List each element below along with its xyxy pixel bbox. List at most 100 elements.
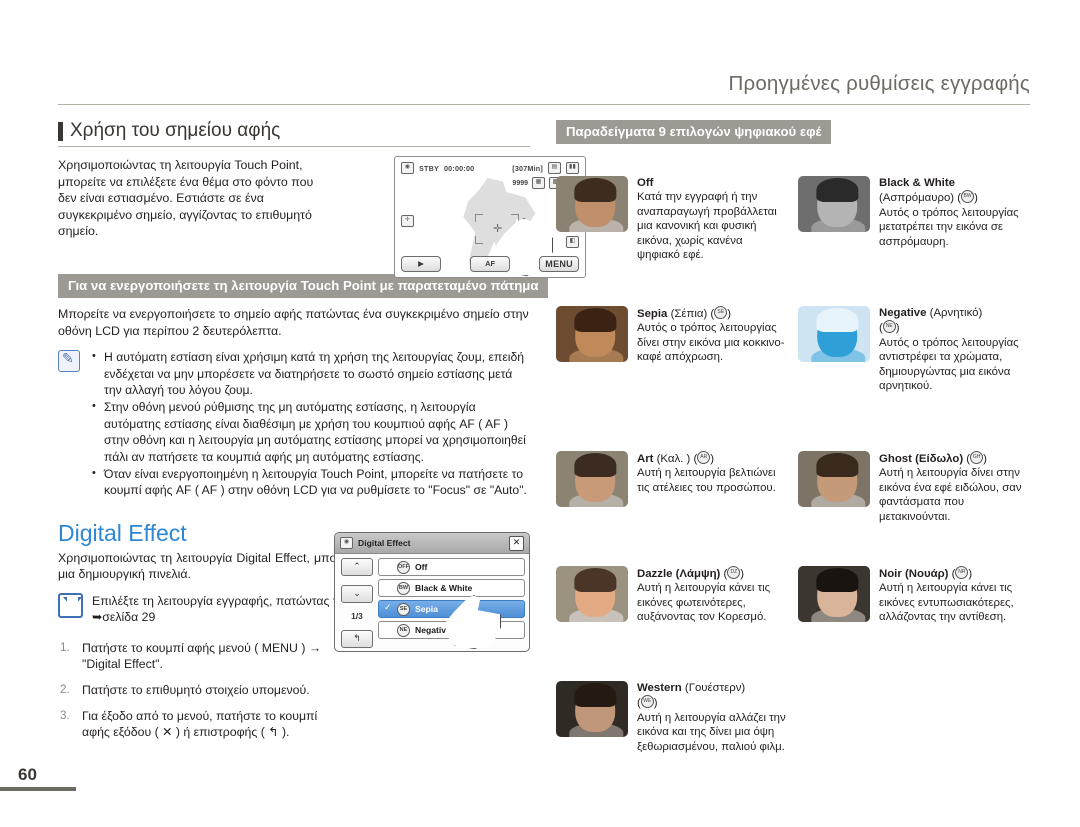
effect-description: Αυτός ο τρόπος λειτουργίας μετατρέπει τη… <box>879 206 1019 248</box>
effect-name: Ghost <box>879 453 912 465</box>
camcorder-mode-icon: ◉ <box>401 162 414 174</box>
checkmark-icon: ✓ <box>384 602 392 612</box>
memory-card-icon: ▤ <box>548 162 561 174</box>
effect-thumbnail <box>556 566 628 622</box>
dialog-item-label: Black & White <box>415 583 473 593</box>
camcorder-mode-icon: ◉ <box>340 537 353 549</box>
header-divider <box>58 104 1030 105</box>
effect-card-dazzle: Dazzle (Λάμψη) (DZ) Αυτή η λειτουργία κά… <box>556 566 788 625</box>
effect-thumbnail <box>556 306 628 362</box>
ribbon-heading-effects: Παραδείγματα 9 επιλογών ψηφιακού εφέ <box>556 120 832 144</box>
effect-card-western: Western (Γουέστερν) (WE) Αυτή η λειτουργ… <box>556 681 788 754</box>
effect-name-greek: (Λάμψη) <box>675 568 721 580</box>
step-item: Πατήστε το κουμπί αφής μενού ( MENU ) → … <box>60 640 322 672</box>
effect-card-noir: Noir (Νουάρ) (NR) Αυτή η λειτουργία κάνε… <box>798 566 1030 625</box>
effect-card-off: Off Κατά την εγγραφή ή την αναπαραγωγή π… <box>556 176 788 262</box>
close-icon[interactable]: ✕ <box>509 535 524 551</box>
lcd-photo-count: 9999 <box>512 179 528 187</box>
effect-name: Noir <box>879 568 902 580</box>
effect-art-icon: AR <box>697 451 711 464</box>
effect-ghost-icon: GH <box>970 451 984 464</box>
step-item: Πατήστε το επιθυμητό στοιχείο υπομενού. <box>60 682 310 698</box>
digital-effect-dialog: ◉ Digital Effect ✕ ⌃ ⌄ 1/3 ↰ OFF Off BW … <box>334 532 530 652</box>
steps-list: Πατήστε το κουμπί αφής μενού ( MENU ) → … <box>58 640 326 741</box>
effect-name-greek: (Καλ. ) <box>656 453 691 465</box>
effect-name-greek: (Ασπρόμαυρο) <box>879 192 955 205</box>
battery-icon: ▮▮ <box>566 162 579 174</box>
lcd-status: STBY <box>419 163 439 173</box>
effect-thumbnail <box>798 566 870 622</box>
effect-card-art: Art (Καλ. ) (AR) Αυτή η λειτουργία βελτι… <box>556 451 788 507</box>
ribbon-body-text: Μπορείτε να ενεργοποιήσετε το σημείο αφή… <box>58 306 529 338</box>
effect-bw-icon: BW <box>961 190 975 204</box>
effect-thumbnail <box>556 451 628 507</box>
dialog-titlebar: ◉ Digital Effect ✕ <box>335 533 529 554</box>
effect-description: Αυτή η λειτουργία βελτιώνει τις ατέλειες… <box>637 467 776 494</box>
effect-thumbnail <box>556 176 628 232</box>
effect-name-greek: (Σέπια) <box>670 308 708 320</box>
note-pencil-icon <box>58 350 80 373</box>
effect-name: Sepia <box>637 308 668 320</box>
note-item: Η αυτόματη εστίαση είναι χρήσιμη κατά τη… <box>89 348 530 398</box>
note-item: Όταν είναι ενεργοποιημένη η λειτουργία T… <box>89 465 530 499</box>
effect-card-sepia: Sepia (Σέπια) (SE) Αυτός ο τρόπος λειτου… <box>556 306 788 365</box>
checkmark-tip-icon <box>58 593 83 618</box>
effect-name-greek: (Γουέστερν) <box>684 682 746 694</box>
effect-name: Western <box>637 682 682 694</box>
effect-description: Αυτός ο τρόπος λειτουργίας αντιστρέφει τ… <box>879 336 1019 393</box>
scroll-up-button[interactable]: ⌃ <box>341 558 373 576</box>
lcd-play-button[interactable]: ▶ <box>401 256 441 272</box>
page-title: Προηγμένες ρυθμίσεις εγγραφής <box>728 72 1030 95</box>
note-block: Η αυτόματη εστίαση είναι χρήσιμη κατά τη… <box>58 348 530 500</box>
effect-name: Art <box>637 453 654 465</box>
effect-name-greek: (Νουάρ) <box>904 568 949 580</box>
left-column: Χρήση του σημείου αφής Χρησιμοποιώντας τ… <box>58 120 586 750</box>
dialog-item-off[interactable]: OFF Off <box>378 558 525 576</box>
touch-point-intro: Χρησιμοποιώντας τη λειτουργία Touch Poin… <box>58 158 314 239</box>
effect-name: Black & White <box>879 177 955 189</box>
effect-name: Off <box>637 177 654 189</box>
dialog-item-label: Sepia <box>415 604 438 614</box>
scroll-down-button[interactable]: ⌄ <box>341 584 373 603</box>
effect-negative-icon: NE <box>882 320 896 334</box>
film-icon: ▦ <box>532 177 545 189</box>
effect-bw-icon: BW <box>397 581 410 595</box>
effect-name-greek: (Είδωλο) <box>915 453 964 465</box>
note-item: Στην οθόνη μενού ρύθμισης της μη αυτόματ… <box>89 398 530 465</box>
effect-card-ghost: Ghost (Είδωλο) (GH) Αυτή η λειτουργία δί… <box>798 451 1030 524</box>
lcd-af-button[interactable]: AF <box>470 256 511 272</box>
lcd-remaining: [307Min] <box>512 163 543 173</box>
effect-description: Κατά την εγγραφή ή την αναπαραγωγή προβά… <box>637 191 777 262</box>
dialog-item-label: Off <box>415 562 428 572</box>
effect-western-icon: WE <box>640 695 654 709</box>
effect-dazzle-icon: DZ <box>727 566 741 579</box>
effect-sepia-icon: SE <box>397 602 410 616</box>
section-divider <box>58 146 530 147</box>
effect-card-negative: Negative (Αρνητικό) (NE) Αυτός ο τρόπος … <box>798 306 1030 393</box>
dialog-page-indicator: 1/3 <box>351 611 363 622</box>
page-number-rule <box>0 787 76 791</box>
effect-description: Αυτή η λειτουργία δίνει στην εικόνα ένα … <box>879 467 1022 523</box>
effect-thumbnail <box>798 451 870 507</box>
dialog-item-black-and-white[interactable]: BW Black & White <box>378 579 525 597</box>
dialog-title: Digital Effect <box>358 538 411 548</box>
page-number: 60 <box>18 765 37 784</box>
back-button[interactable]: ↰ <box>341 629 373 648</box>
effect-thumbnail <box>798 176 870 232</box>
effect-thumbnail <box>798 306 870 362</box>
effect-card-black-and-white: Black & White (Ασπρόμαυρο) (BW) Αυτός ο … <box>798 176 1030 249</box>
effect-thumbnail <box>556 681 628 737</box>
section-title-touch-point: Χρήση του σημείου αφής <box>58 120 530 142</box>
step-item: Για έξοδο από το μενού, πατήστε το κουμπ… <box>60 708 318 740</box>
effect-negative-icon: NE <box>397 623 410 637</box>
effect-description: Αυτός ο τρόπος λειτουργίας δίνει στην ει… <box>637 322 785 364</box>
right-column: Παραδείγματα 9 επιλογών ψηφιακού εφέ Off… <box>556 120 1030 753</box>
effect-off-icon: OFF <box>397 560 410 574</box>
effect-description: Αυτή η λειτουργία αλλάζει την εικόνα και… <box>637 711 786 753</box>
effect-name: Dazzle <box>637 568 673 580</box>
anti-shake-icon: ✛ <box>401 215 414 227</box>
effect-noir-icon: NR <box>955 566 969 579</box>
effect-description: Αυτή η λειτουργία κάνει τις εικόνες φωτε… <box>637 582 771 624</box>
effect-sepia-icon: SE <box>714 306 728 319</box>
effect-name: Negative <box>879 307 927 319</box>
